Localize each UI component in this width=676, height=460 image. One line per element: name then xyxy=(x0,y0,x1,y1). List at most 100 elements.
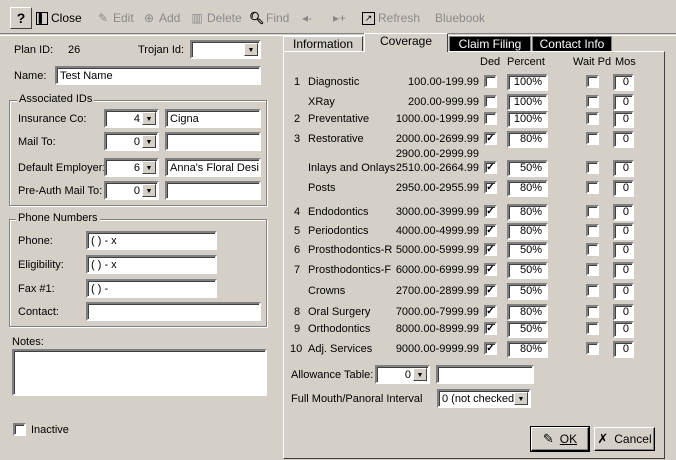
coverage-row-mos-input[interactable]: 0 xyxy=(613,131,634,148)
delete-button[interactable]: ▥ Delete xyxy=(190,9,241,27)
help-button[interactable]: ? xyxy=(10,7,32,29)
default-employer-combo[interactable]: 6 ▼ xyxy=(104,158,159,177)
edit-button[interactable]: ✎ Edit xyxy=(96,9,134,27)
allowance-table-text[interactable] xyxy=(436,365,534,384)
coverage-row-wait-checkbox[interactable] xyxy=(586,284,599,297)
phone-input[interactable]: ( ) - x xyxy=(86,231,217,250)
coverage-row-mos-input[interactable]: 0 xyxy=(613,94,634,111)
add-button[interactable]: ⊕ Add xyxy=(142,9,180,27)
coverage-row-mos-input[interactable]: 0 xyxy=(613,341,634,358)
contact-input[interactable] xyxy=(86,302,261,321)
coverage-row-wait-checkbox[interactable] xyxy=(586,224,599,237)
coverage-row-deductible-checkbox[interactable]: ✓ xyxy=(484,181,497,194)
name-input[interactable]: Test Name xyxy=(55,66,261,85)
previous-record-button[interactable]: ◂- xyxy=(302,9,312,27)
tab-information[interactable]: Information xyxy=(283,36,363,52)
coverage-row-percent-input[interactable]: 100% xyxy=(507,74,548,91)
cancel-button[interactable]: ✗ Cancel xyxy=(594,427,655,451)
coverage-row-mos-input[interactable]: 0 xyxy=(613,74,634,91)
dropdown-arrow-icon[interactable]: ▼ xyxy=(142,161,156,174)
coverage-row-deductible-checkbox[interactable]: ✓ xyxy=(484,284,497,297)
mail-to-label: Mail To: xyxy=(18,136,56,148)
tab-coverage[interactable]: Coverage xyxy=(364,33,448,52)
coverage-row-mos-input[interactable]: 0 xyxy=(613,283,634,300)
coverage-row-wait-checkbox[interactable] xyxy=(586,112,599,125)
dropdown-arrow-icon[interactable]: ▼ xyxy=(413,368,427,381)
coverage-row-mos-input[interactable]: 0 xyxy=(613,180,634,197)
close-button[interactable]: ▌ Close xyxy=(36,9,82,27)
coverage-row-deductible-checkbox[interactable] xyxy=(484,95,497,108)
coverage-row-mos-input[interactable]: 0 xyxy=(613,321,634,338)
coverage-row-mos-input[interactable]: 0 xyxy=(613,242,634,259)
pre-auth-mail-to-combo[interactable]: 0 ▼ xyxy=(104,181,159,200)
coverage-row-wait-checkbox[interactable] xyxy=(586,342,599,355)
coverage-row-deductible-checkbox[interactable]: ✓ xyxy=(484,322,497,335)
inactive-checkbox[interactable] xyxy=(13,423,26,436)
coverage-row-percent-input[interactable]: 80% xyxy=(507,180,548,197)
coverage-row-percent-input[interactable]: 80% xyxy=(507,341,548,358)
coverage-row-percent-input[interactable]: 100% xyxy=(507,94,548,111)
coverage-row-percent-input[interactable]: 50% xyxy=(507,242,548,259)
coverage-row-deductible-checkbox[interactable]: ✓ xyxy=(484,342,497,355)
coverage-row-deductible-checkbox[interactable]: ✓ xyxy=(484,132,497,145)
eligibility-input[interactable]: ( ) - x xyxy=(86,255,217,274)
coverage-row-percent-input[interactable]: 50% xyxy=(507,160,548,177)
insurance-co-combo[interactable]: 4 ▼ xyxy=(104,109,159,128)
coverage-row-wait-checkbox[interactable] xyxy=(586,75,599,88)
ok-button[interactable]: ✎ OK xyxy=(530,426,590,452)
coverage-row-percent-input[interactable]: 50% xyxy=(507,283,548,300)
coverage-row-deductible-checkbox[interactable] xyxy=(484,75,497,88)
coverage-row-number: 1 xyxy=(294,76,301,88)
coverage-row-deductible-checkbox[interactable]: ✓ xyxy=(484,161,497,174)
coverage-row-percent-input[interactable]: 80% xyxy=(507,204,548,221)
default-employer-name[interactable]: Anna's Floral Desig xyxy=(165,158,261,177)
coverage-row-deductible-checkbox[interactable]: ✓ xyxy=(484,243,497,256)
coverage-row-wait-checkbox[interactable] xyxy=(586,263,599,276)
tab-contact-info[interactable]: Contact Info xyxy=(532,36,612,52)
coverage-row-deductible-checkbox[interactable]: ✓ xyxy=(484,224,497,237)
dropdown-arrow-icon[interactable]: ▼ xyxy=(142,112,156,125)
allowance-table-combo[interactable]: 0 ▼ xyxy=(375,365,430,384)
coverage-row-wait-checkbox[interactable] xyxy=(586,322,599,335)
coverage-row-percent-input[interactable]: 50% xyxy=(507,321,548,338)
coverage-row-mos-input[interactable]: 0 xyxy=(613,223,634,240)
coverage-row-percent-input[interactable]: 80% xyxy=(507,304,548,321)
coverage-row-mos-input[interactable]: 0 xyxy=(613,160,634,177)
dropdown-arrow-icon[interactable]: ▼ xyxy=(514,392,528,405)
coverage-row-deductible-checkbox[interactable]: ✓ xyxy=(484,263,497,276)
coverage-row-wait-checkbox[interactable] xyxy=(586,305,599,318)
coverage-row-wait-checkbox[interactable] xyxy=(586,181,599,194)
insurance-co-name[interactable]: Cigna xyxy=(165,109,261,128)
coverage-row-mos-input[interactable]: 0 xyxy=(613,304,634,321)
dropdown-arrow-icon[interactable]: ▼ xyxy=(142,135,156,148)
coverage-row-deductible-checkbox[interactable] xyxy=(484,112,497,125)
coverage-row-percent-input[interactable]: 80% xyxy=(507,131,548,148)
dropdown-arrow-icon[interactable]: ▼ xyxy=(142,184,156,197)
coverage-row-wait-checkbox[interactable] xyxy=(586,132,599,145)
coverage-row-percent-input[interactable]: 100% xyxy=(507,111,548,128)
tab-claim-filing[interactable]: Claim Filing xyxy=(449,36,531,52)
full-mouth-interval-combo[interactable]: 0 (not checked) ▼ xyxy=(437,389,531,408)
pre-auth-mail-to-name[interactable] xyxy=(165,181,261,200)
coverage-row-wait-checkbox[interactable] xyxy=(586,95,599,108)
mail-to-name[interactable] xyxy=(165,132,261,151)
coverage-row-wait-checkbox[interactable] xyxy=(586,243,599,256)
coverage-row-mos-input[interactable]: 0 xyxy=(613,111,634,128)
next-record-button[interactable]: ▸+ xyxy=(333,9,346,27)
fax-input[interactable]: ( ) - xyxy=(86,279,217,298)
dropdown-arrow-icon[interactable]: ▼ xyxy=(244,43,258,56)
coverage-row-percent-input[interactable]: 80% xyxy=(507,223,548,240)
coverage-row-percent-input[interactable]: 50% xyxy=(507,262,548,279)
find-button[interactable]: 🔍︎ Find xyxy=(249,9,289,27)
bluebook-button[interactable]: Bluebook xyxy=(435,9,485,27)
coverage-row-deductible-checkbox[interactable]: ✓ xyxy=(484,305,497,318)
coverage-row-mos-input[interactable]: 0 xyxy=(613,262,634,279)
coverage-row-mos-input[interactable]: 0 xyxy=(613,204,634,221)
trojan-id-combo[interactable]: ▼ xyxy=(190,40,261,59)
notes-textarea[interactable] xyxy=(12,349,267,396)
coverage-row-deductible-checkbox[interactable]: ✓ xyxy=(484,205,497,218)
refresh-button[interactable]: ↗ Refresh xyxy=(362,9,420,27)
coverage-row-wait-checkbox[interactable] xyxy=(586,205,599,218)
coverage-row-wait-checkbox[interactable] xyxy=(586,161,599,174)
mail-to-combo[interactable]: 0 ▼ xyxy=(104,132,159,151)
